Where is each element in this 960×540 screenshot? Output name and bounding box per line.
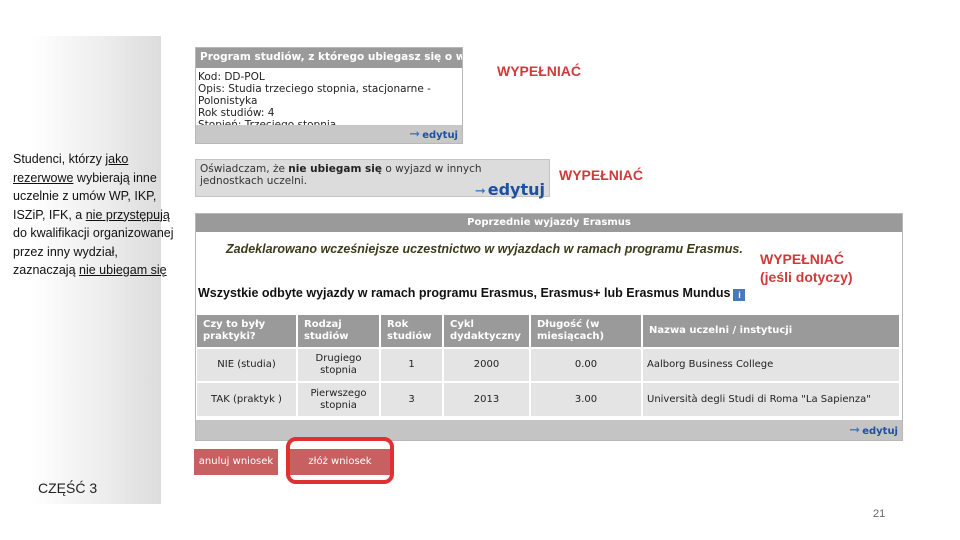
- program-line: Rok studiów: 4: [198, 107, 275, 119]
- table-cell: 1: [380, 347, 444, 382]
- info-icon[interactable]: i: [733, 289, 746, 301]
- arrow-right-icon: ➞: [409, 127, 421, 142]
- program-line: Opis: Studia trzeciego stopnia, stacjona…: [198, 83, 431, 107]
- highlight-circle: [286, 437, 394, 484]
- cancel-application-button[interactable]: anuluj wniosek: [194, 449, 278, 475]
- column-header: Cykl dydaktyczny: [443, 315, 531, 348]
- column-header: Czy to były praktyki?: [197, 315, 298, 348]
- all-trips-heading: Wszystkie odbyte wyjazdy w ramach progra…: [198, 286, 746, 301]
- table-cell: 0.00: [530, 347, 643, 382]
- erasmus-header: Poprzednie wyjazdy Erasmus: [196, 214, 902, 232]
- table-cell: 3.00: [530, 381, 643, 416]
- table-cell: NIE (studia): [197, 347, 298, 382]
- table-cell: Pierwszego stopnia: [297, 381, 381, 416]
- table-cell: TAK (praktyk ): [197, 381, 298, 416]
- fill-label: WYPEŁNIAĆ (jeśli dotyczy): [760, 251, 853, 285]
- table-row: TAK (praktyk ) Pierwszego stopnia 3 2013…: [197, 381, 901, 416]
- trips-table: Czy to były praktyki? Rodzaj studiów Rok…: [197, 315, 901, 416]
- part-label: CZĘŚĆ 3: [38, 480, 98, 496]
- fill-label: WYPEŁNIAĆ: [497, 63, 581, 79]
- arrow-right-icon: ➞: [474, 184, 486, 199]
- column-header: Nazwa uczelni / instytucji: [642, 315, 901, 348]
- table-cell: Aalborg Business College: [642, 347, 901, 382]
- column-header: Długość (w miesiącach): [530, 315, 643, 348]
- column-header: Rok studiów: [380, 315, 444, 348]
- program-edit-bar: ➞ edytuj: [196, 125, 462, 143]
- table-cell: Drugiego stopnia: [297, 347, 381, 382]
- program-line: Kod: DD-POL: [198, 71, 265, 83]
- arrow-right-icon: ➞: [849, 423, 861, 438]
- table-cell: 3: [380, 381, 444, 416]
- table-header-row: Czy to były praktyki? Rodzaj studiów Rok…: [197, 315, 901, 348]
- erasmus-edit-link[interactable]: ➞ edytuj: [849, 423, 898, 438]
- program-header: Program studiów, z którego ubiegasz się …: [196, 48, 462, 68]
- table-row: NIE (studia) Drugiego stopnia 1 2000 0.0…: [197, 347, 901, 382]
- declaration-box: Oświadczam, że nie ubiegam się o wyjazd …: [195, 159, 550, 199]
- table-cell: 2000: [443, 347, 531, 382]
- page-number: 21: [873, 508, 886, 520]
- fill-label: WYPEŁNIAĆ: [559, 167, 643, 183]
- column-header: Rodzaj studiów: [297, 315, 381, 348]
- declaration-edit-link[interactable]: ➞ edytuj: [475, 180, 545, 199]
- program-edit-link[interactable]: ➞ edytuj: [409, 127, 458, 142]
- table-cell: Università degli Studi di Roma "La Sapie…: [642, 381, 901, 416]
- instruction-text: Studenci, którzy jako rezerwowe wybieraj…: [13, 152, 174, 277]
- program-box: Program studiów, z którego ubiegasz się …: [195, 47, 463, 144]
- table-cell: 2013: [443, 381, 531, 416]
- erasmus-box: Poprzednie wyjazdy Erasmus Zadeklarowano…: [195, 213, 903, 441]
